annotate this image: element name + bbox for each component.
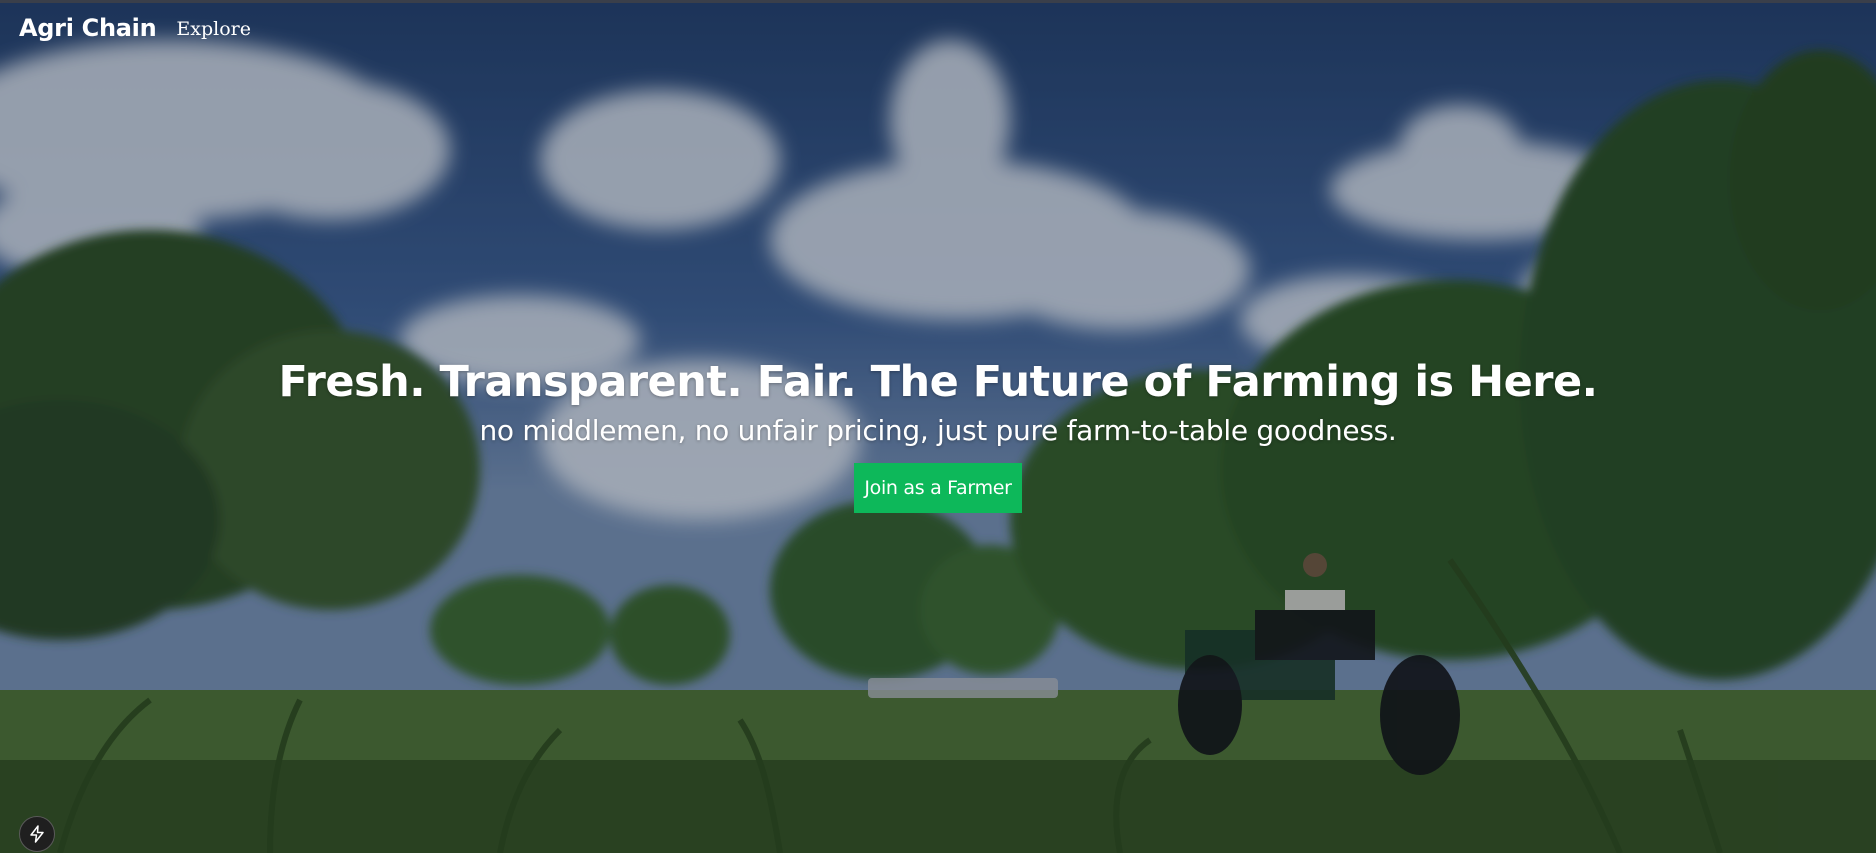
hero-headline: Fresh. Transparent. Fair. The Future of …	[278, 357, 1598, 407]
join-as-farmer-button[interactable]: Join as a Farmer	[854, 463, 1022, 513]
hero-content: Fresh. Transparent. Fair. The Future of …	[0, 355, 1876, 513]
brand-logo-link[interactable]: Agri Chain	[19, 14, 157, 42]
hero-subheadline: no middlemen, no unfair pricing, just pu…	[479, 414, 1397, 447]
top-nav: Agri Chain Explore	[19, 14, 251, 42]
nav-link-explore[interactable]: Explore	[176, 18, 251, 40]
top-border	[0, 0, 1876, 3]
hero-section: Agri Chain Explore Fresh. Transparent. F…	[0, 0, 1876, 853]
dev-tools-badge[interactable]	[19, 816, 55, 852]
lightning-bolt-icon	[30, 825, 44, 843]
